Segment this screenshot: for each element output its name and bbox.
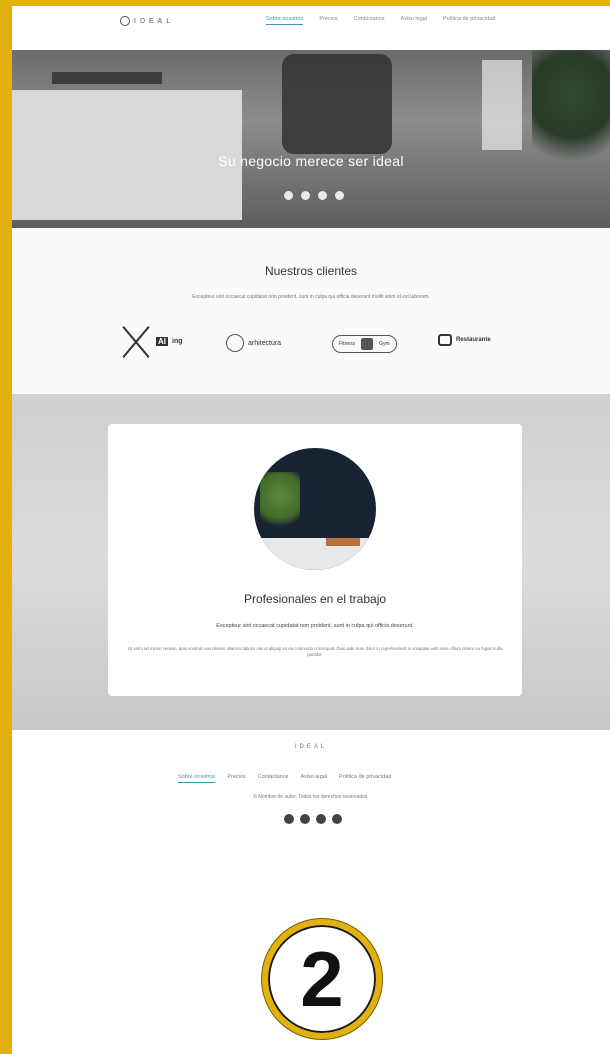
clients-subtitle: Excepteur sint occaecat cupidatat non pr… [192, 294, 430, 300]
nav-link-precios[interactable]: Precios [319, 16, 337, 25]
footer-link-contactanos[interactable]: Contáctanos [258, 774, 289, 783]
footer-link-aviso-legal[interactable]: Aviso legal [301, 774, 328, 783]
ai-logo-icon [120, 322, 152, 360]
hero-window-image [482, 60, 522, 150]
profesionales-body: Ut enim ad minim veniam, quis nostrud ex… [127, 646, 503, 657]
footer-links: Sobre nosotros Precios Contáctanos Aviso… [178, 774, 391, 783]
profesionales-subtitle: Excepteur sint occaecat cupidatat non pr… [216, 623, 414, 629]
photo-plant [260, 472, 300, 532]
facebook-icon[interactable] [284, 191, 293, 200]
instagram-icon[interactable] [301, 191, 310, 200]
nav-link-aviso-legal[interactable]: Aviso legal [401, 16, 428, 25]
footer-link-sobre-nosotros[interactable]: Sobre nosotros [178, 774, 216, 783]
profesionales-section: Profesionales en el trabajo Excepteur si… [12, 394, 610, 730]
twitter-icon[interactable] [316, 814, 326, 824]
nav-links: Sobre nosotros Precios Contáctanos Aviso… [266, 16, 495, 25]
restaurante-logo-text: Restaurante [456, 337, 491, 343]
arhitectura-logo-icon [226, 334, 244, 352]
footer-social-icons [284, 814, 342, 824]
clients-title: Nuestros clientes [264, 264, 358, 278]
pinterest-icon[interactable] [332, 814, 342, 824]
twitter-icon[interactable] [318, 191, 327, 200]
nav-link-sobre-nosotros[interactable]: Sobre nosotros [266, 16, 304, 25]
ai-logo-box: AI [156, 336, 168, 346]
logo-text: IDEAL [134, 17, 175, 25]
hero-title: Su negocio merece ser ideal [218, 153, 404, 169]
hero-chair-image [282, 54, 392, 154]
nav-link-politica-privacidad[interactable]: Política de privacidad [443, 16, 495, 25]
site-logo[interactable]: IDEAL [120, 16, 174, 26]
pinterest-icon[interactable] [335, 191, 344, 200]
client-logo-fitness-gym: Fitness Gym [332, 335, 397, 353]
step-number-badge: 2 [262, 919, 382, 1039]
client-logos: AI ing arhitectura Fitness Gym Restauran… [120, 322, 510, 362]
footer-copyright: © Nombre de autor. Todos los derechos re… [253, 794, 369, 800]
profesionales-title: Profesionales en el trabajo [243, 592, 387, 606]
site-footer: IDEAL Sobre nosotros Precios Contáctanos… [12, 730, 610, 848]
dumbbell-icon [361, 338, 374, 350]
client-logo-ai: AI ing [120, 322, 183, 360]
client-logo-restaurante: Restaurante [438, 334, 491, 346]
instagram-icon[interactable] [300, 814, 310, 824]
ai-logo-text: ing [172, 337, 183, 345]
logo-mark-icon [120, 16, 130, 26]
photo-desk-item [326, 538, 360, 546]
fitness-logo-text: Fitness [339, 341, 356, 347]
frame-left [0, 0, 12, 1054]
nav-link-contactanos[interactable]: Contáctanos [354, 16, 385, 25]
website-page: IDEAL Sobre nosotros Precios Contáctanos… [12, 6, 610, 848]
top-nav: IDEAL Sobre nosotros Precios Contáctanos… [12, 6, 610, 50]
footer-link-politica-privacidad[interactable]: Política de privacidad [339, 774, 391, 783]
step-number: 2 [300, 935, 344, 1023]
footer-link-precios[interactable]: Precios [227, 774, 245, 783]
facebook-icon[interactable] [284, 814, 294, 824]
gym-logo-text: Gym [379, 341, 390, 347]
hero-desk-top-image [52, 72, 162, 84]
client-logo-arhitectura: arhitectura [226, 334, 281, 352]
profesionales-card: Profesionales en el trabajo Excepteur si… [108, 424, 522, 696]
clients-section: Nuestros clientes Excepteur sint occaeca… [12, 228, 610, 394]
restaurante-logo-icon [438, 334, 452, 346]
arhitectura-logo-text: arhitectura [248, 339, 282, 347]
footer-logo[interactable]: IDEAL [12, 744, 610, 750]
fitness-gym-logo-box: Fitness Gym [332, 335, 397, 353]
hero-banner: Su negocio merece ser ideal [12, 50, 610, 228]
hero-social-icons [284, 191, 344, 200]
profesionales-photo [254, 448, 376, 570]
